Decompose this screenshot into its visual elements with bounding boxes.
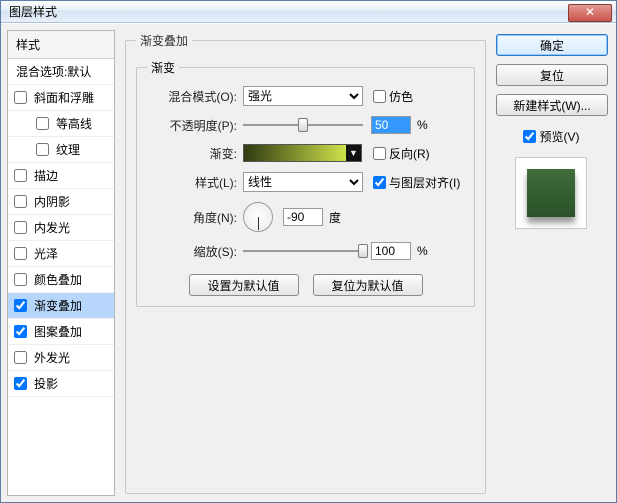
layer-style-dialog: 图层样式 ✕ 样式 混合选项:默认 斜面和浮雕等高线纹理描边内阴影内发光光泽颜色…: [0, 0, 617, 503]
sidebar-item-checkbox[interactable]: [14, 91, 27, 104]
style-sidebar: 样式 混合选项:默认 斜面和浮雕等高线纹理描边内阴影内发光光泽颜色叠加渐变叠加图…: [7, 30, 115, 496]
sidebar-item-checkbox[interactable]: [14, 325, 27, 338]
set-default-button[interactable]: 设置为默认值: [189, 274, 299, 296]
sidebar-item-label: 内发光: [34, 219, 70, 236]
sidebar-item[interactable]: 等高线: [8, 111, 114, 137]
gradient-label: 渐变:: [147, 145, 237, 162]
preview-check-input[interactable]: [523, 130, 536, 143]
blend-mode-label: 混合模式(O):: [147, 88, 237, 105]
preview-label: 预览(V): [540, 128, 580, 145]
align-checkbox[interactable]: 与图层对齐(I): [373, 174, 460, 191]
sidebar-item-checkbox[interactable]: [36, 143, 49, 156]
gradient-settings: 渐变 混合模式(O): 强光 仿色 不透明度(P):: [136, 59, 475, 307]
sidebar-item-label: 光泽: [34, 245, 58, 262]
preview-checkbox[interactable]: 预览(V): [496, 128, 606, 145]
sidebar-item[interactable]: 渐变叠加: [8, 293, 114, 319]
right-column: 确定 复位 新建样式(W)... 预览(V): [492, 24, 616, 502]
style-select[interactable]: 线性: [243, 172, 363, 192]
sidebar-item[interactable]: 纹理: [8, 137, 114, 163]
reverse-checkbox[interactable]: 反向(R): [373, 145, 430, 162]
gradient-overlay-group: 渐变叠加 渐变 混合模式(O): 强光 仿色 不透明度: [125, 32, 486, 494]
sidebar-item-label: 颜色叠加: [34, 271, 82, 288]
opacity-input[interactable]: [371, 116, 411, 134]
sidebar-item-checkbox[interactable]: [14, 195, 27, 208]
inner-title: 渐变: [147, 59, 179, 76]
titlebar[interactable]: 图层样式 ✕: [1, 1, 616, 23]
dither-check-input[interactable]: [373, 90, 386, 103]
sidebar-item-label: 外发光: [34, 349, 70, 366]
preview-box: [515, 157, 587, 229]
dither-label: 仿色: [389, 88, 413, 105]
restore-default-button[interactable]: 复位为默认值: [313, 274, 423, 296]
sidebar-item-label: 内阴影: [34, 193, 70, 210]
sidebar-header: 样式: [8, 31, 114, 59]
angle-dial[interactable]: [243, 202, 273, 232]
sidebar-item-label: 图案叠加: [34, 323, 82, 340]
reverse-label: 反向(R): [389, 145, 430, 162]
reset-button[interactable]: 复位: [496, 64, 608, 86]
sidebar-item-checkbox[interactable]: [14, 377, 27, 390]
percent-sign: %: [417, 118, 428, 132]
angle-unit: 度: [329, 209, 341, 226]
sidebar-item-checkbox[interactable]: [14, 247, 27, 260]
sidebar-item-label: 渐变叠加: [34, 297, 82, 314]
angle-input[interactable]: [283, 208, 323, 226]
preview-swatch: [527, 169, 575, 217]
new-style-button[interactable]: 新建样式(W)...: [496, 94, 608, 116]
sidebar-item-checkbox[interactable]: [14, 299, 27, 312]
gradient-swatch[interactable]: ▼: [243, 144, 347, 162]
sidebar-item[interactable]: 颜色叠加: [8, 267, 114, 293]
close-icon: ✕: [585, 5, 595, 19]
window-title: 图层样式: [9, 3, 57, 20]
sidebar-item-checkbox[interactable]: [14, 351, 27, 364]
ok-button[interactable]: 确定: [496, 34, 608, 56]
sidebar-item[interactable]: 投影: [8, 371, 114, 397]
sidebar-item-checkbox[interactable]: [14, 221, 27, 234]
percent-sign: %: [417, 244, 428, 258]
opacity-slider[interactable]: [243, 116, 363, 134]
sidebar-item-label: 斜面和浮雕: [34, 89, 94, 106]
style-label: 样式(L):: [147, 174, 237, 191]
sidebar-item[interactable]: 外发光: [8, 345, 114, 371]
align-check-input[interactable]: [373, 176, 386, 189]
sidebar-item-label: 描边: [34, 167, 58, 184]
reverse-check-input[interactable]: [373, 147, 386, 160]
close-button[interactable]: ✕: [568, 4, 612, 22]
sidebar-item[interactable]: 图案叠加: [8, 319, 114, 345]
scale-label: 缩放(S):: [147, 243, 237, 260]
opacity-label: 不透明度(P):: [147, 117, 237, 134]
blend-mode-select[interactable]: 强光: [243, 86, 363, 106]
dialog-body: 样式 混合选项:默认 斜面和浮雕等高线纹理描边内阴影内发光光泽颜色叠加渐变叠加图…: [1, 23, 616, 502]
sidebar-item-label: 等高线: [56, 115, 92, 132]
sidebar-item[interactable]: 光泽: [8, 241, 114, 267]
sidebar-item-checkbox[interactable]: [14, 273, 27, 286]
scale-input[interactable]: [371, 242, 411, 260]
scale-slider[interactable]: [243, 242, 363, 260]
sidebar-blend-options[interactable]: 混合选项:默认: [8, 59, 114, 85]
sidebar-item[interactable]: 内发光: [8, 215, 114, 241]
sidebar-item[interactable]: 描边: [8, 163, 114, 189]
angle-label: 角度(N):: [147, 209, 237, 226]
dither-checkbox[interactable]: 仿色: [373, 88, 413, 105]
sidebar-item-label: 混合选项:默认: [16, 63, 91, 80]
sidebar-item-label: 纹理: [56, 141, 80, 158]
sidebar-item-label: 投影: [34, 375, 58, 392]
gradient-dropdown-icon[interactable]: ▼: [346, 144, 362, 162]
sidebar-item[interactable]: 斜面和浮雕: [8, 85, 114, 111]
sidebar-item[interactable]: 内阴影: [8, 189, 114, 215]
main-panel: 渐变叠加 渐变 混合模式(O): 强光 仿色 不透明度: [115, 24, 492, 502]
group-title: 渐变叠加: [136, 32, 192, 49]
sidebar-item-checkbox[interactable]: [36, 117, 49, 130]
sidebar-item-checkbox[interactable]: [14, 169, 27, 182]
align-label: 与图层对齐(I): [389, 174, 460, 191]
